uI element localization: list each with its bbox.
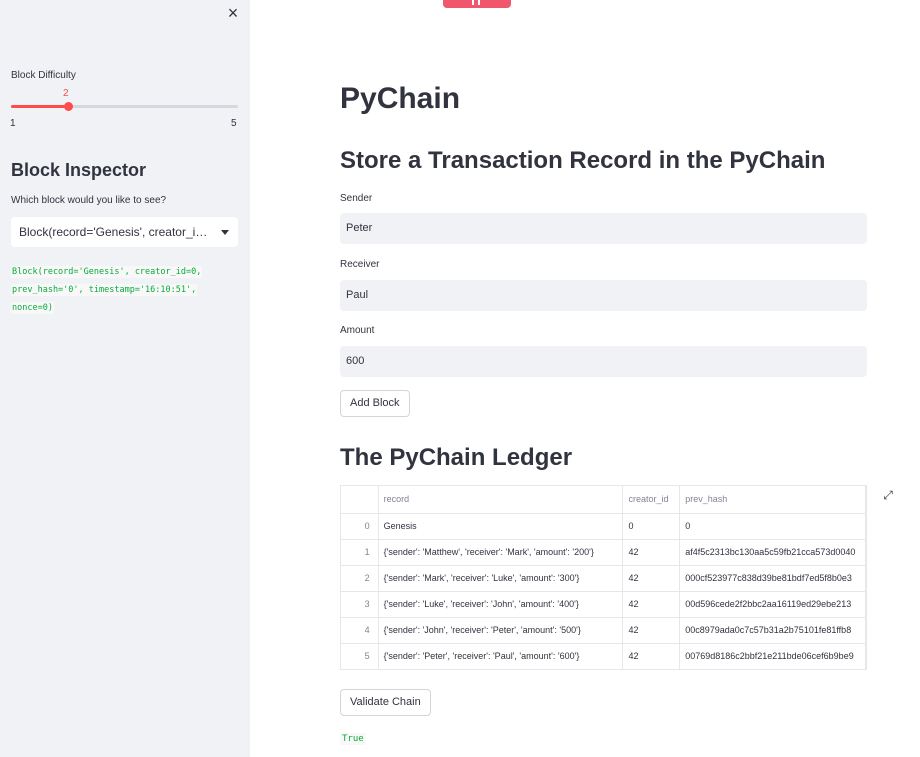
- table-row: 5 {'sender': 'Peter', 'receiver': 'Paul'…: [341, 643, 866, 669]
- cell-creator-id[interactable]: 42: [622, 643, 681, 669]
- cell-creator-id[interactable]: 42: [622, 539, 681, 566]
- table-row: 0 Genesis 0 0: [341, 513, 866, 540]
- cell-prev-hash[interactable]: af4f5c2313bc130aa5c59fb21cca573d0040: [679, 539, 866, 566]
- block-output-line: prev_hash='0', timestamp='16:10:51',: [11, 284, 198, 296]
- cell-index[interactable]: 0: [341, 513, 379, 540]
- block-select-value: Block(record='Genesis', creator_id=0, pr…: [19, 225, 238, 239]
- sender-label: Sender: [340, 193, 373, 204]
- difficulty-value: 2: [63, 88, 69, 99]
- table-row: 1 {'sender': 'Matthew', 'receiver': 'Mar…: [341, 539, 866, 566]
- sidebar: × Block Difficulty 2 1 5 Block Inspector…: [0, 0, 250, 757]
- block-output: Block(record='Genesis', creator_id=0, pr…: [11, 263, 241, 317]
- store-heading: Store a Transaction Record in the PyChai…: [340, 147, 826, 174]
- cell-prev-hash[interactable]: 00d596cede2f2bbc2aa16119ed29ebe213: [679, 591, 866, 618]
- amount-label: Amount: [340, 325, 375, 336]
- column-header-creator-id[interactable]: creator_id: [622, 486, 681, 514]
- cell-record[interactable]: Genesis: [378, 513, 624, 540]
- cell-prev-hash[interactable]: 00769d8186c2bbf21e211bde06cef6b9be9: [679, 643, 866, 669]
- ledger-table[interactable]: record creator_id prev_hash 0 Genesis 0 …: [340, 485, 867, 670]
- ledger-heading: The PyChain Ledger: [340, 444, 573, 471]
- chevron-down-icon: [221, 230, 229, 235]
- column-header-record[interactable]: record: [378, 486, 624, 514]
- sender-input[interactable]: Peter: [340, 213, 867, 244]
- cell-creator-id[interactable]: 0: [622, 513, 681, 540]
- cell-record[interactable]: {'sender': 'Luke', 'receiver': 'John', '…: [378, 591, 624, 618]
- cell-record[interactable]: {'sender': 'Peter', 'receiver': 'Paul', …: [378, 643, 624, 669]
- table-row: 3 {'sender': 'Luke', 'receiver': 'John',…: [341, 591, 866, 618]
- cell-prev-hash[interactable]: 000cf523977c838d39be81bdf7ed5f8b0e3: [679, 565, 866, 592]
- top-toolbar-button[interactable]: [443, 0, 511, 8]
- cell-record[interactable]: {'sender': 'John', 'receiver': 'Peter', …: [378, 617, 624, 644]
- block-inspector-title: Block Inspector: [11, 160, 147, 180]
- receiver-label: Receiver: [340, 259, 380, 270]
- slider-min-label: 1: [10, 118, 16, 129]
- table-header-row: record creator_id prev_hash: [341, 486, 866, 514]
- block-select-label: Which block would you like to see?: [11, 195, 167, 206]
- page-title: PyChain: [340, 82, 461, 115]
- fullscreen-expand-icon[interactable]: ⤢: [881, 488, 895, 502]
- cell-record[interactable]: {'sender': 'Mark', 'receiver': 'Luke', '…: [378, 565, 624, 592]
- cell-creator-id[interactable]: 42: [622, 565, 681, 592]
- cell-index[interactable]: 1: [341, 539, 379, 566]
- table-row: 2 {'sender': 'Mark', 'receiver': 'Luke',…: [341, 565, 866, 592]
- block-output-line: Block(record='Genesis', creator_id=0,: [11, 266, 203, 278]
- difficulty-slider[interactable]: [11, 102, 238, 111]
- slider-max-label: 5: [231, 118, 237, 129]
- cell-index[interactable]: 2: [341, 565, 379, 592]
- validate-chain-button[interactable]: Validate Chain: [340, 689, 431, 716]
- close-icon[interactable]: ×: [224, 4, 242, 22]
- cell-creator-id[interactable]: 42: [622, 617, 681, 644]
- add-block-button[interactable]: Add Block: [340, 390, 410, 417]
- validation-result: True: [340, 733, 366, 745]
- slider-thumb[interactable]: [63, 102, 73, 111]
- column-header-index[interactable]: [341, 486, 379, 514]
- cell-index[interactable]: 3: [341, 591, 379, 618]
- table-row: 4 {'sender': 'John', 'receiver': 'Peter'…: [341, 617, 866, 644]
- amount-input[interactable]: 600: [340, 346, 867, 377]
- cell-index[interactable]: 5: [341, 643, 379, 669]
- slider-fill: [11, 105, 68, 108]
- cell-index[interactable]: 4: [341, 617, 379, 644]
- cell-creator-id[interactable]: 42: [622, 591, 681, 618]
- block-output-line: nonce=0): [11, 302, 54, 314]
- cell-prev-hash[interactable]: 00c8979ada0c7c57b31a2b75101fe81ffb8: [679, 617, 866, 644]
- bookmark-icon: [472, 0, 480, 5]
- receiver-input[interactable]: Paul: [340, 280, 867, 311]
- cell-prev-hash[interactable]: 0: [679, 513, 866, 540]
- difficulty-label: Block Difficulty: [11, 70, 76, 81]
- column-header-prev-hash[interactable]: prev_hash: [679, 486, 866, 514]
- cell-record[interactable]: {'sender': 'Matthew', 'receiver': 'Mark'…: [378, 539, 624, 566]
- block-select[interactable]: Block(record='Genesis', creator_id=0, pr…: [11, 217, 238, 247]
